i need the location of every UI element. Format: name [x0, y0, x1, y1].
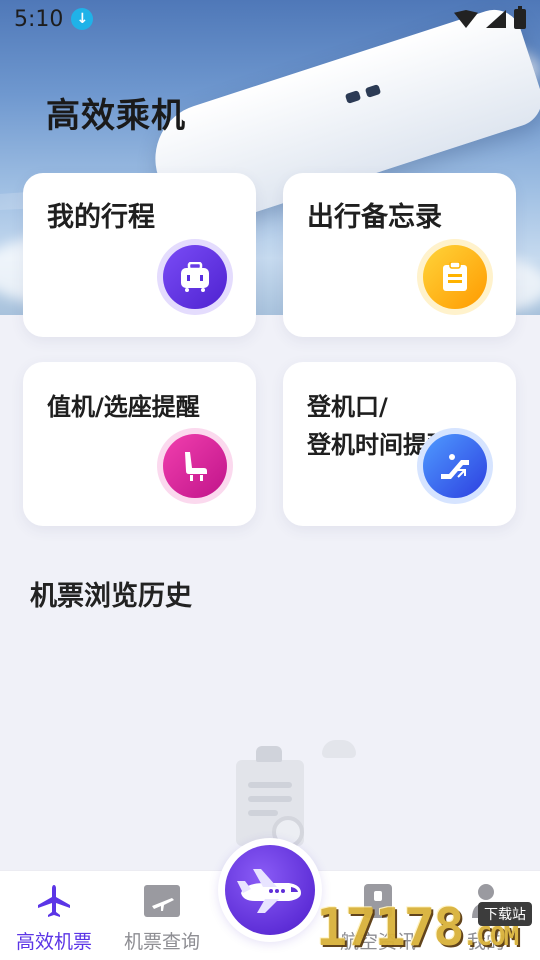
escalator-icon — [423, 434, 487, 498]
empty-state-line — [248, 782, 292, 788]
gate-time-reminder-card[interactable]: 登机口/ 登机时间提醒 — [283, 362, 516, 526]
luggage-icon — [163, 245, 227, 309]
empty-state-cloud — [322, 740, 356, 758]
watermark-suffix: .COM — [462, 922, 520, 952]
tab-label: 机票查询 — [123, 931, 200, 953]
status-time: 5:10 — [14, 6, 64, 32]
history-section-title: 机票浏览历史 — [30, 581, 192, 612]
center-plane-button[interactable] — [218, 838, 322, 942]
travel-memo-card[interactable]: 出行备忘录 — [283, 173, 516, 337]
empty-state-line — [248, 796, 292, 802]
clipboard-icon — [423, 245, 487, 309]
plane-cartoon-icon — [225, 845, 315, 935]
escalator-icon-wrapper — [417, 428, 493, 504]
signal-icon — [486, 10, 506, 28]
empty-state-line — [248, 810, 278, 816]
download-icon: ↓ — [71, 8, 94, 30]
card-label: 我的行程 — [47, 202, 155, 233]
watermark-text: 17178 — [316, 898, 465, 958]
tab-label: 高效机票 — [15, 931, 92, 953]
card-label: 值机/选座提醒 — [47, 393, 200, 421]
status-bar: 5:10 ↓ — [0, 0, 540, 38]
clipboard-icon-wrapper — [417, 239, 493, 315]
battery-icon — [514, 6, 526, 29]
card-label-line1: 登机口/ — [307, 393, 388, 421]
empty-state-clip — [256, 746, 282, 762]
page-title: 高效乘机 — [46, 96, 186, 136]
status-icons — [454, 6, 526, 29]
ticket-icon — [142, 881, 182, 921]
wifi-icon — [454, 10, 478, 28]
checkin-seat-reminder-card[interactable]: 值机/选座提醒 — [23, 362, 256, 526]
my-trip-card[interactable]: 我的行程 — [23, 173, 256, 337]
tab-efficient-ticket[interactable]: 高效机票 — [0, 871, 108, 960]
airplane-icon — [34, 881, 74, 921]
seat-icon-wrapper — [157, 428, 233, 504]
seat-icon — [163, 434, 227, 498]
watermark-badge: 下载站 — [478, 902, 532, 926]
card-label: 出行备忘录 — [307, 202, 442, 233]
tab-ticket-search[interactable]: 机票查询 — [108, 871, 216, 960]
luggage-icon-wrapper — [157, 239, 233, 315]
